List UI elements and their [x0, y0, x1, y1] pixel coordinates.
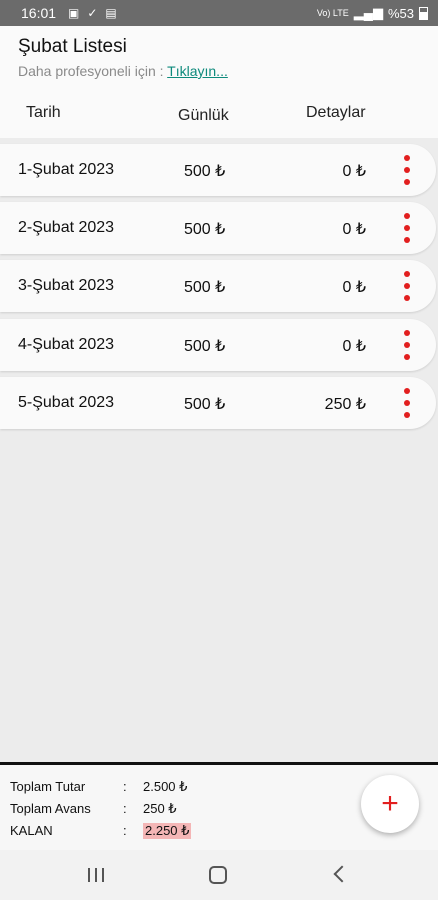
status-bar: 16:01 ▣ ✓ ▤ Vo) LTE ▂▄▆ %53 — [0, 0, 438, 26]
row-date: 5-Şubat 2023 — [18, 394, 115, 411]
row-daily: 500 ₺ — [184, 163, 226, 180]
more-vert-icon[interactable] — [398, 155, 416, 185]
remaining-colon: : — [123, 823, 127, 838]
row-date: 2-Şubat 2023 — [18, 219, 115, 236]
list-item[interactable]: 1-Şubat 2023 500 ₺ 0 ₺ — [0, 144, 436, 196]
total-value: 2.500 ₺ — [143, 779, 188, 794]
row-detail: 0 ₺ — [342, 221, 366, 238]
signal-icon: ▂▄▆ — [353, 5, 383, 20]
add-button[interactable]: + — [361, 775, 419, 833]
check-icon: ✓ — [87, 6, 98, 20]
list-item[interactable]: 3-Şubat 2023 500 ₺ 0 ₺ — [0, 260, 436, 312]
list-item[interactable]: 2-Şubat 2023 500 ₺ 0 ₺ — [0, 202, 436, 254]
list-item[interactable]: 4-Şubat 2023 500 ₺ 0 ₺ — [0, 319, 436, 371]
total-label: Toplam Tutar — [10, 779, 86, 794]
remaining-label: KALAN — [10, 823, 53, 838]
remaining-value: 2.250 ₺ — [143, 823, 192, 839]
network-icon: Vo) LTE — [316, 8, 349, 18]
system-nav-bar — [0, 850, 438, 900]
page-title: Şubat Listesi — [18, 36, 127, 57]
status-time: 16:01 — [21, 5, 57, 21]
row-daily: 500 ₺ — [184, 338, 226, 355]
plus-icon: + — [381, 787, 399, 820]
advance-colon: : — [123, 801, 127, 816]
advance-value: 250 ₺ — [143, 801, 177, 816]
home-icon[interactable] — [209, 866, 227, 884]
subtitle-prefix: Daha profesyoneli için : — [18, 63, 168, 79]
row-date: 3-Şubat 2023 — [18, 277, 115, 294]
status-right: Vo) LTE ▂▄▆ %53 — [317, 5, 428, 21]
column-date: Tarih — [26, 104, 61, 121]
more-vert-icon[interactable] — [398, 330, 416, 360]
row-daily: 500 ₺ — [184, 221, 226, 238]
image-icon: ▣ — [68, 6, 80, 20]
row-daily: 500 ₺ — [184, 396, 226, 413]
back-icon[interactable] — [333, 865, 351, 883]
row-detail: 250 ₺ — [324, 396, 366, 413]
more-vert-icon[interactable] — [398, 388, 416, 418]
advance-label: Toplam Avans — [10, 801, 91, 816]
recent-apps-icon[interactable] — [88, 868, 104, 882]
row-detail: 0 ₺ — [342, 338, 366, 355]
column-header: Tarih Günlük Detaylar — [0, 88, 438, 138]
row-date: 1-Şubat 2023 — [18, 161, 115, 178]
battery-percent: %53 — [387, 5, 414, 21]
column-details: Detaylar — [306, 104, 366, 121]
more-vert-icon[interactable] — [398, 271, 416, 301]
list-item[interactable]: 5-Şubat 2023 500 ₺ 250 ₺ — [0, 377, 436, 429]
row-detail: 0 ₺ — [342, 163, 366, 180]
column-daily: Günlük — [178, 107, 229, 124]
more-vert-icon[interactable] — [398, 213, 416, 243]
row-date: 4-Şubat 2023 — [18, 336, 115, 353]
row-detail: 0 ₺ — [342, 279, 366, 296]
status-notification-icons: ▣ ✓ ▤ — [68, 6, 117, 20]
app-header: Şubat Listesi Daha profesyoneli için : T… — [0, 26, 438, 88]
total-colon: : — [123, 779, 127, 794]
row-daily: 500 ₺ — [184, 279, 226, 296]
battery-icon — [419, 6, 428, 20]
subtitle: Daha profesyoneli için : Tıklayın... — [18, 63, 228, 79]
pro-link[interactable]: Tıklayın... — [167, 63, 228, 79]
sim-icon: ▤ — [105, 6, 117, 20]
